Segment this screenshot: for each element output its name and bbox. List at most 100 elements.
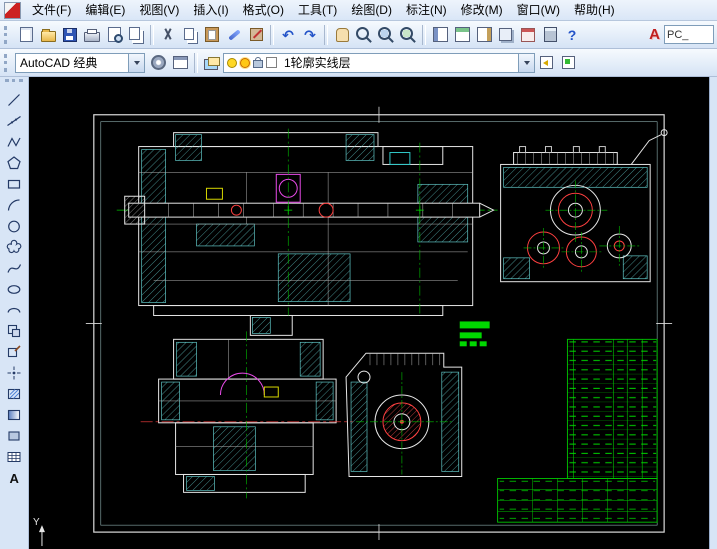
gradient-tool[interactable] <box>2 404 26 425</box>
layer-color-swatch[interactable] <box>266 57 277 68</box>
undo-button[interactable]: ↶ <box>277 24 299 46</box>
menu-window[interactable]: 窗口(W) <box>510 0 567 20</box>
properties-button[interactable] <box>429 24 451 46</box>
magnifier-icon <box>356 27 369 40</box>
calculator-icon <box>543 27 557 42</box>
menu-dimension[interactable]: 标注(N) <box>399 0 454 20</box>
workspace-layer-toolbar: AutoCAD 经典 1轮廓实线层 <box>0 49 717 77</box>
redo-button[interactable]: ↷ <box>299 24 321 46</box>
customize-ui-button[interactable] <box>169 52 191 74</box>
layer-combobox[interactable]: 1轮廓实线层 <box>223 52 535 73</box>
toolbar-grip[interactable] <box>5 79 23 87</box>
pan-button[interactable] <box>331 24 353 46</box>
zoom-window-button[interactable] <box>375 24 397 46</box>
tool-palettes-button[interactable] <box>473 24 495 46</box>
make-block-tool[interactable] <box>2 341 26 362</box>
pan-hand-icon <box>335 27 349 42</box>
menu-format[interactable]: 格式(O) <box>236 0 291 20</box>
block-editor-icon <box>249 28 263 41</box>
hatch-tool[interactable] <box>2 383 26 404</box>
window-right-border <box>709 77 717 549</box>
toolbar-grip[interactable] <box>4 53 12 72</box>
menu-tools[interactable]: 工具(T) <box>291 0 344 20</box>
copy-button[interactable] <box>179 24 201 46</box>
open-button[interactable] <box>37 24 59 46</box>
quickcalc-button[interactable] <box>539 24 561 46</box>
zoom-previous-icon <box>400 27 413 40</box>
cad-drawing: Y <box>33 106 673 547</box>
ellipse-arc-tool[interactable] <box>2 299 26 320</box>
sheet-set-icon <box>498 27 512 41</box>
layer-previous-icon <box>539 56 553 69</box>
revision-cloud-tool[interactable] <box>2 236 26 257</box>
workspace-combobox[interactable]: AutoCAD 经典 <box>15 52 145 73</box>
toolbar-separator <box>324 24 328 45</box>
arc-tool[interactable] <box>2 194 26 215</box>
paste-button[interactable] <box>201 24 223 46</box>
block-editor-button[interactable] <box>245 24 267 46</box>
chevron-down-icon <box>133 60 140 65</box>
help-button[interactable]: ? <box>561 24 583 46</box>
polyline-tool[interactable] <box>2 131 26 152</box>
polygon-tool[interactable] <box>2 152 26 173</box>
line-tool[interactable] <box>2 89 26 110</box>
layer-on-bulb-icon[interactable] <box>227 57 237 68</box>
sheet-set-manager-button[interactable] <box>495 24 517 46</box>
save-button[interactable] <box>59 24 81 46</box>
layer-thaw-sun-icon[interactable] <box>240 57 250 68</box>
menu-edit[interactable]: 编辑(E) <box>78 0 132 20</box>
spline-tool[interactable] <box>2 257 26 278</box>
multiline-text-tool[interactable]: A <box>2 467 26 488</box>
plot-preview-button[interactable] <box>103 24 125 46</box>
autocad-app-icon[interactable] <box>4 1 21 19</box>
infocenter-search-input[interactable] <box>664 25 714 44</box>
markup-set-manager-button[interactable] <box>517 24 539 46</box>
revision-cloud-icon <box>6 239 22 253</box>
zoom-realtime-button[interactable] <box>353 24 375 46</box>
workspace-dropdown-button[interactable] <box>128 53 144 72</box>
construction-line-tool[interactable] <box>2 110 26 131</box>
point-icon <box>7 366 21 379</box>
chevron-down-icon <box>523 60 530 65</box>
drawing-canvas[interactable]: Y <box>29 77 709 549</box>
match-properties-button[interactable] <box>223 24 245 46</box>
menu-help[interactable]: 帮助(H) <box>567 0 622 20</box>
svg-text:A: A <box>10 471 20 486</box>
circle-tool[interactable] <box>2 215 26 236</box>
title-block <box>497 478 658 523</box>
zoom-previous-button[interactable] <box>397 24 419 46</box>
toolbar-separator <box>150 24 154 45</box>
insert-block-tool[interactable] <box>2 320 26 341</box>
copy-icon <box>183 27 194 40</box>
layer-states-button[interactable] <box>557 52 579 74</box>
publish-button[interactable] <box>125 24 147 46</box>
region-tool[interactable] <box>2 425 26 446</box>
view-end-boss <box>345 352 463 477</box>
qnew-button[interactable] <box>15 24 37 46</box>
workspace-settings-button[interactable] <box>147 52 169 74</box>
ucs-y-label: Y <box>33 517 40 528</box>
menu-file[interactable]: 文件(F) <box>25 0 78 20</box>
menu-modify[interactable]: 修改(M) <box>454 0 510 20</box>
layer-previous-button[interactable] <box>535 52 557 74</box>
plot-button[interactable] <box>81 24 103 46</box>
circle-icon <box>8 220 20 232</box>
point-tool[interactable] <box>2 362 26 383</box>
view-longitudinal-section <box>116 128 498 336</box>
cut-button[interactable] <box>157 24 179 46</box>
layer-lock-icon[interactable] <box>253 57 263 68</box>
menu-draw[interactable]: 绘图(D) <box>344 0 399 20</box>
table-tool[interactable] <box>2 446 26 467</box>
layer-properties-manager-button[interactable] <box>201 52 223 74</box>
toolbar-separator <box>270 24 274 45</box>
rectangle-tool[interactable] <box>2 173 26 194</box>
ellipse-arc-icon <box>7 307 21 313</box>
ellipse-tool[interactable] <box>2 278 26 299</box>
toolbar-grip[interactable] <box>4 25 12 44</box>
layer-dropdown-button[interactable] <box>518 53 534 72</box>
properties-palette-icon <box>432 27 448 42</box>
menu-view[interactable]: 视图(V) <box>132 0 186 20</box>
menu-insert[interactable]: 插入(I) <box>186 0 235 20</box>
clipboard-icon <box>205 27 219 42</box>
designcenter-button[interactable] <box>451 24 473 46</box>
